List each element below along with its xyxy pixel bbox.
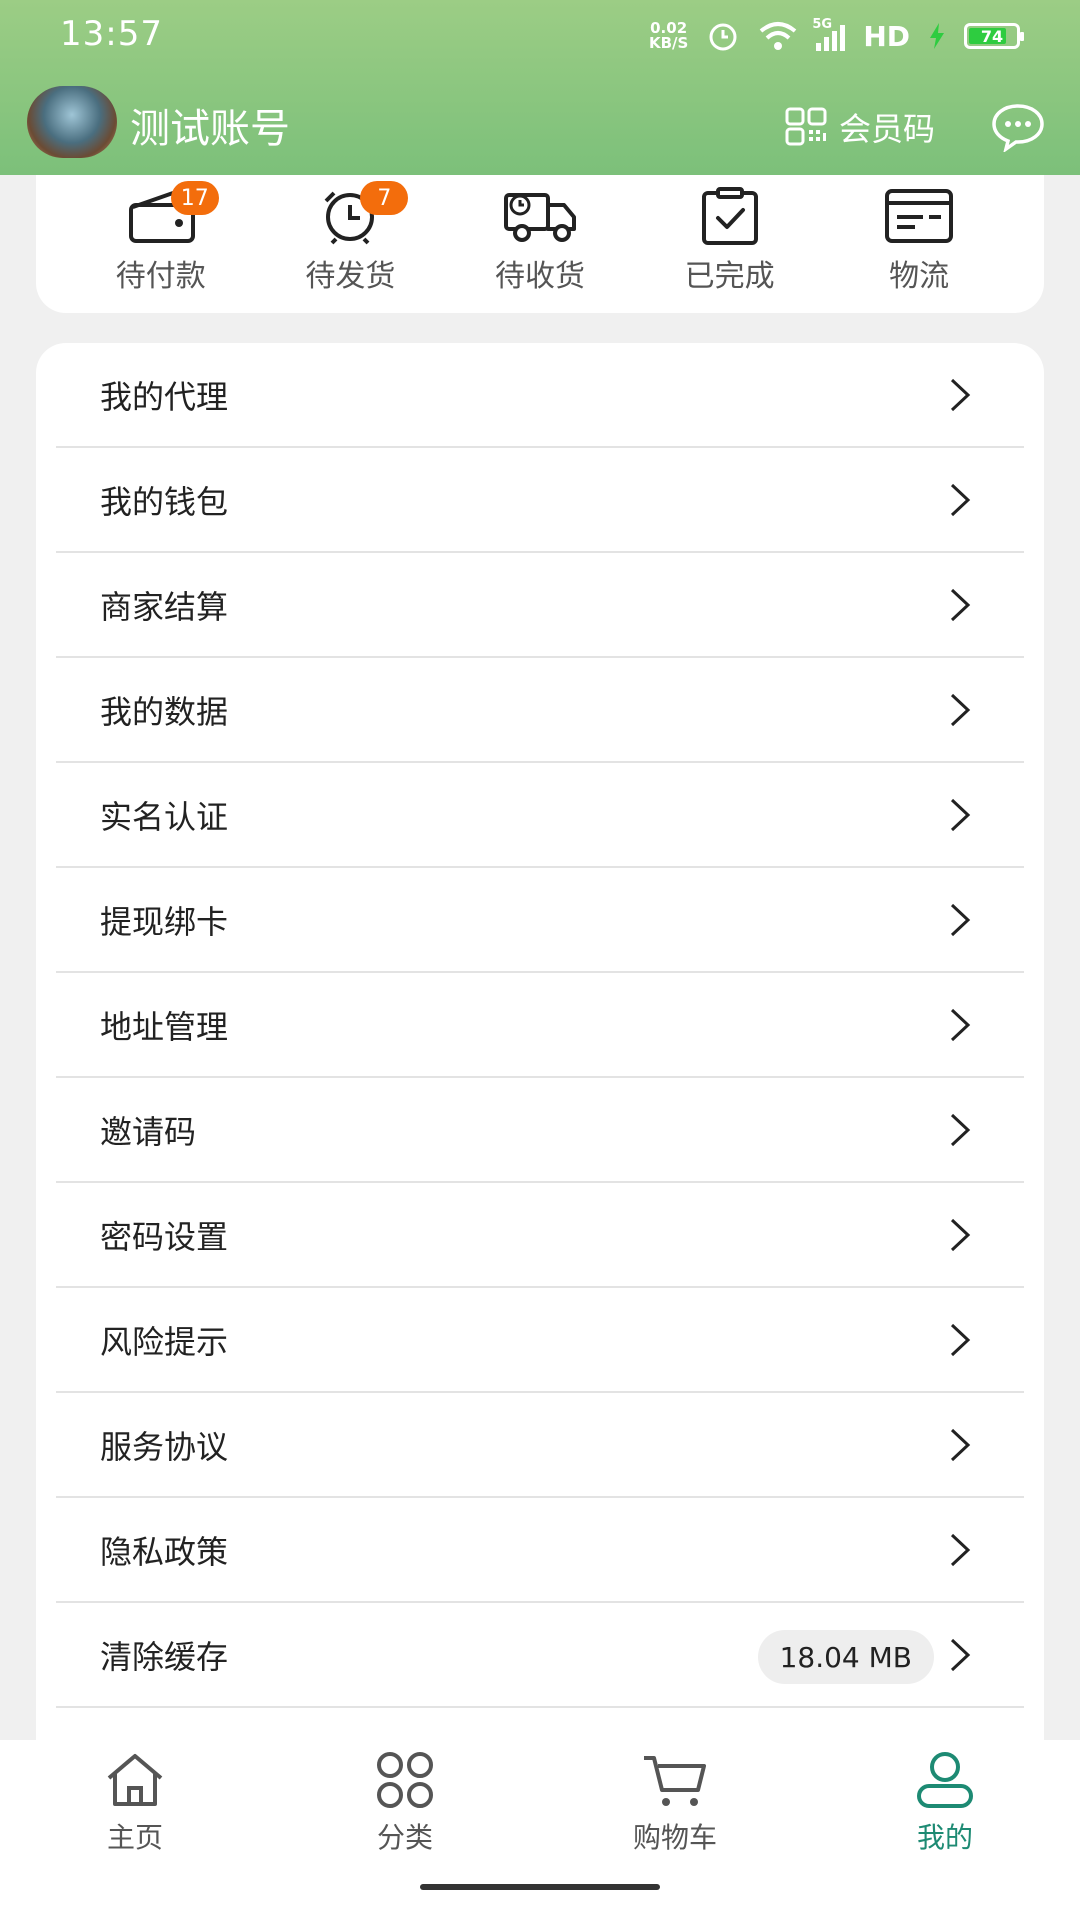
- alarm-icon: [709, 23, 737, 51]
- menu-label: 隐私政策: [100, 1532, 229, 1571]
- menu-item-service-agreement[interactable]: 服务协议: [56, 1393, 1024, 1498]
- order-logistics[interactable]: 物流: [844, 175, 994, 313]
- cache-size-badge: 18.04 MB: [757, 1630, 934, 1684]
- menu-label: 清除缓存: [100, 1637, 229, 1676]
- status-icons: 0.02 KB/S 5G HD 74: [648, 16, 1024, 56]
- menu-label: 地址管理: [100, 1007, 229, 1046]
- menu-label: 商家结算: [100, 587, 229, 626]
- tab-mine[interactable]: 我的: [845, 1750, 1045, 1870]
- app-header: 13:57 0.02 KB/S 5G HD 74 测试账号 会员码: [0, 0, 1080, 175]
- chevron-right-icon: [950, 1428, 971, 1462]
- menu-item-real-name-verification[interactable]: 实名认证: [56, 763, 1024, 868]
- menu-item-address-management[interactable]: 地址管理: [56, 973, 1024, 1078]
- user-icon: [917, 1752, 973, 1808]
- menu-item-my-data[interactable]: 我的数据: [56, 658, 1024, 763]
- order-completed[interactable]: 已完成: [655, 175, 805, 313]
- profile-row: 测试账号 会员码: [0, 86, 1080, 176]
- home-icon: [107, 1754, 163, 1806]
- tab-label: 我的: [916, 1821, 973, 1854]
- net-speed: 0.02 KB/S: [648, 19, 689, 52]
- order-label: 待付款: [115, 259, 206, 294]
- menu-label: 我的代理: [100, 377, 229, 416]
- chevron-right-icon: [950, 1008, 971, 1042]
- chevron-right-icon: [950, 483, 971, 517]
- menu-item-invitation-code[interactable]: 邀请码: [56, 1078, 1024, 1183]
- tab-cart[interactable]: 购物车: [575, 1750, 775, 1870]
- member-code-button[interactable]: 会员码: [785, 104, 935, 150]
- charging-icon: [930, 23, 944, 49]
- tab-home[interactable]: 主页: [35, 1750, 235, 1870]
- menu-list: 我的代理 我的钱包 商家结算 我的数据 实名认证 提现绑卡 地址管理 邀请码 密…: [36, 343, 1044, 1743]
- chevron-right-icon: [950, 1323, 971, 1357]
- menu-item-password-settings[interactable]: 密码设置: [56, 1183, 1024, 1288]
- chevron-right-icon: [950, 378, 971, 412]
- member-code-label: 会员码: [839, 110, 936, 148]
- chevron-right-icon: [950, 1113, 971, 1147]
- card-icon: [885, 189, 954, 243]
- badge-count: 17: [170, 181, 219, 215]
- wifi-icon: [760, 22, 797, 50]
- tab-label: 分类: [376, 1821, 433, 1854]
- chevron-right-icon: [950, 588, 971, 622]
- grid-icon: [377, 1752, 433, 1808]
- menu-item-clear-cache[interactable]: 清除缓存 18.04 MB: [56, 1603, 1024, 1708]
- menu-label: 风险提示: [100, 1322, 229, 1361]
- order-label: 物流: [889, 259, 950, 294]
- tab-label: 主页: [106, 1821, 163, 1854]
- chevron-right-icon: [950, 1638, 971, 1672]
- menu-item-risk-warning[interactable]: 风险提示: [56, 1288, 1024, 1393]
- order-status-card: 17 待付款 7 待发货 待收货 已完成 物流: [36, 175, 1044, 313]
- menu-label: 邀请码: [100, 1112, 197, 1151]
- avatar[interactable]: [27, 86, 117, 158]
- network-type: 5G: [812, 17, 833, 32]
- menu-label: 我的数据: [100, 692, 229, 731]
- home-indicator[interactable]: [420, 1884, 660, 1890]
- clipboard-check-icon: [701, 187, 758, 245]
- chevron-right-icon: [950, 693, 971, 727]
- delivery-truck-icon: [503, 193, 576, 242]
- status-time: 13:57: [60, 14, 163, 54]
- chat-bubble-icon: [992, 104, 1044, 154]
- order-pending-receipt[interactable]: 待收货: [465, 175, 615, 313]
- message-button[interactable]: [990, 102, 1046, 156]
- chevron-right-icon: [950, 798, 971, 832]
- signal-icon: 5G: [812, 17, 846, 51]
- tab-label: 购物车: [632, 1821, 717, 1854]
- battery-indicator: 74: [964, 23, 1024, 49]
- menu-label: 服务协议: [100, 1427, 229, 1466]
- order-label: 已完成: [684, 259, 775, 294]
- username[interactable]: 测试账号: [130, 96, 290, 154]
- qr-code-icon: [785, 107, 827, 146]
- menu-item-merchant-settlement[interactable]: 商家结算: [56, 553, 1024, 658]
- menu-label: 提现绑卡: [100, 902, 229, 941]
- hd-indicator: HD: [863, 19, 910, 53]
- tab-categories[interactable]: 分类: [305, 1750, 505, 1870]
- bottom-tab-bar: 主页 分类 购物车 我的: [0, 1740, 1080, 1920]
- order-pending-payment[interactable]: 17 待付款: [86, 175, 236, 313]
- order-label: 待发货: [305, 259, 396, 294]
- menu-label: 密码设置: [100, 1217, 229, 1256]
- cart-icon: [644, 1756, 706, 1806]
- menu-item-privacy-policy[interactable]: 隐私政策: [56, 1498, 1024, 1603]
- menu-item-my-agency[interactable]: 我的代理: [56, 343, 1024, 448]
- menu-label: 实名认证: [100, 797, 229, 836]
- menu-item-withdraw-bind-card[interactable]: 提现绑卡: [56, 868, 1024, 973]
- badge-count: 7: [360, 181, 409, 215]
- order-pending-shipment[interactable]: 7 待发货: [275, 175, 425, 313]
- chevron-right-icon: [950, 903, 971, 937]
- chevron-right-icon: [950, 1218, 971, 1252]
- menu-label: 我的钱包: [100, 482, 229, 521]
- menu-item-my-wallet[interactable]: 我的钱包: [56, 448, 1024, 553]
- order-label: 待收货: [494, 259, 585, 294]
- status-bar: 13:57 0.02 KB/S 5G HD 74: [0, 0, 1080, 70]
- chevron-right-icon: [950, 1533, 971, 1567]
